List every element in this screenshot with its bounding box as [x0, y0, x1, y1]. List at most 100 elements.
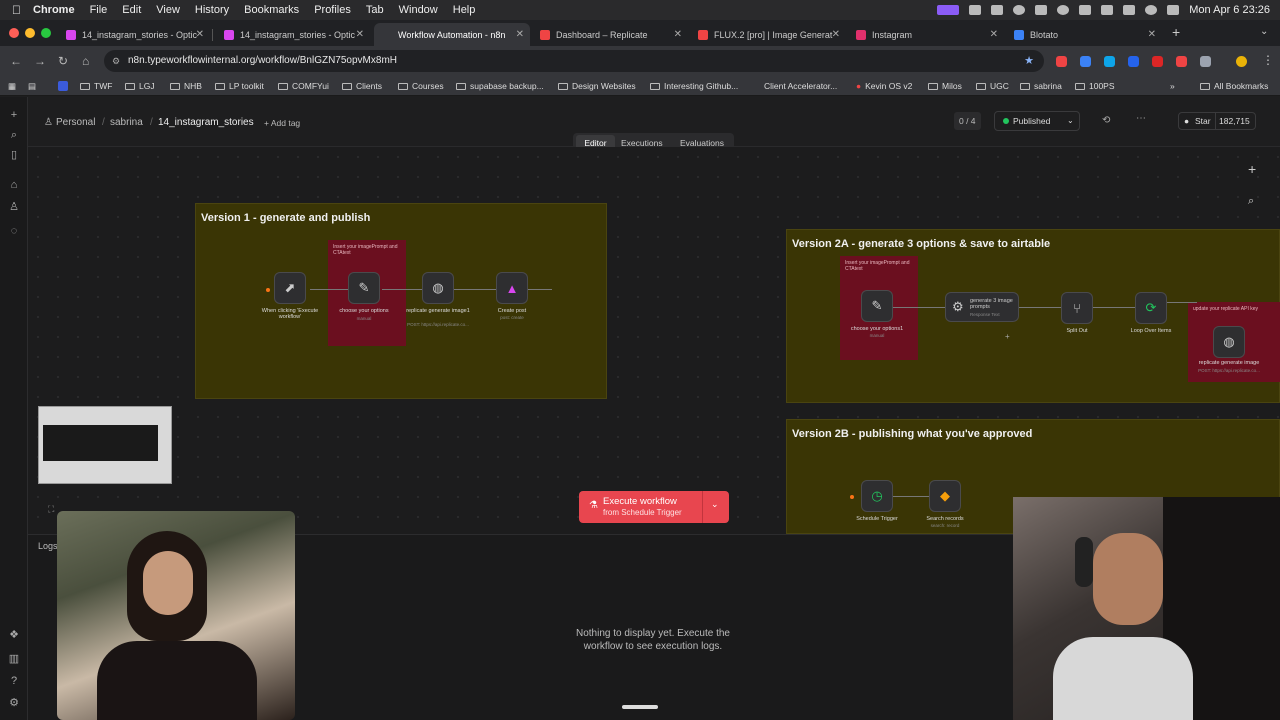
circle-icon[interactable]	[1013, 5, 1026, 15]
close-tab-icon[interactable]: ✕	[990, 29, 998, 40]
add-tag-button[interactable]: + Add tag	[264, 118, 300, 128]
templates-icon[interactable]: ❖	[8, 629, 20, 641]
tab-flux-pro[interactable]: FLUX.2 [pro] | Image Generat ✕	[690, 23, 846, 46]
apps-grid-icon[interactable]: ▦	[8, 81, 16, 92]
panel-icon[interactable]: ▯	[8, 149, 20, 161]
menu-app-name[interactable]: Chrome	[33, 4, 75, 16]
bookmark-sabrina[interactable]: sabrina	[1020, 81, 1062, 91]
forward-icon[interactable]: →	[34, 54, 46, 68]
bookmark-lgj[interactable]: LGJ	[125, 81, 155, 91]
menu-bookmarks[interactable]: Bookmarks	[244, 4, 299, 16]
extensions-puzzle-icon[interactable]	[1200, 56, 1211, 67]
tab-instagram[interactable]: Instagram ✕	[848, 23, 1004, 46]
apple-icon[interactable]: 	[12, 3, 21, 17]
workflow-canvas[interactable]: + ⌕ ▭ ◫ Version 1 - generate and publish…	[28, 147, 1280, 534]
bookmark-supabase[interactable]: supabase backup...	[456, 81, 544, 91]
fit-view-icon[interactable]: ⛶	[48, 504, 54, 515]
close-tab-icon[interactable]: ✕	[516, 29, 524, 40]
bookmark-ugc[interactable]: UGC	[976, 81, 1009, 91]
node-generate-prompts[interactable]: ⚙ generate 3 image prompts Response Text	[945, 292, 1019, 322]
grid-icon[interactable]	[1101, 5, 1114, 15]
menubar-clock[interactable]: Mon Apr 6 23:26	[1189, 4, 1270, 16]
insights-icon[interactable]: ▥	[8, 653, 20, 665]
breadcrumb-folder[interactable]: sabrina	[110, 117, 143, 128]
focus-icon[interactable]	[1057, 5, 1070, 15]
address-bar[interactable]: ⚙ n8n.typeworkflowinternal.org/workflow/…	[104, 50, 1044, 72]
extension-bug-icon[interactable]	[1152, 56, 1163, 67]
extension-pin-icon[interactable]	[1176, 56, 1187, 67]
menu-help[interactable]: Help	[453, 4, 476, 16]
maximize-window-icon[interactable]	[41, 28, 51, 38]
menu-edit[interactable]: Edit	[122, 4, 141, 16]
bookmark-design-websites[interactable]: Design Websites	[558, 81, 636, 91]
more-options-icon[interactable]: ⋯	[1136, 113, 1146, 124]
extension-ring-icon[interactable]	[1128, 56, 1139, 67]
bookmark-comfyui[interactable]: COMFYui	[278, 81, 329, 91]
node-manual-trigger[interactable]: ⬈	[274, 272, 306, 304]
close-window-icon[interactable]	[9, 28, 19, 38]
home-icon[interactable]: ⌂	[82, 54, 89, 68]
canvas-minimap[interactable]	[38, 406, 172, 484]
tab-instagram-stories-2[interactable]: 14_instagram_stories - Optic ✕	[216, 23, 370, 46]
node-loop-over-items[interactable]: ⟳	[1135, 292, 1167, 324]
new-tab-icon[interactable]: +	[1172, 24, 1180, 40]
menu-profiles[interactable]: Profiles	[314, 4, 351, 16]
close-tab-icon[interactable]: ✕	[832, 29, 840, 40]
workflow-name[interactable]: 14_instagram_stories	[158, 117, 254, 128]
chat-icon[interactable]: ◌	[8, 225, 20, 237]
home-icon[interactable]: ⌂	[8, 179, 20, 191]
published-dropdown[interactable]: Published ⌄	[994, 111, 1080, 131]
chrome-menu-icon[interactable]: ⋮	[1262, 53, 1274, 67]
dropbox-icon[interactable]	[1035, 5, 1048, 15]
sticky-version-1[interactable]: Version 1 - generate and publish Insert …	[195, 203, 607, 399]
tab-n8n-workflow[interactable]: Workflow Automation - n8n ✕	[374, 23, 530, 46]
bookmark-milos[interactable]: Milos	[928, 81, 962, 91]
node-create-post[interactable]: ▲	[496, 272, 528, 304]
wifi-icon[interactable]	[1123, 5, 1136, 15]
close-tab-icon[interactable]: ✕	[674, 29, 682, 40]
reload-icon[interactable]: ↻	[58, 54, 68, 68]
minimize-window-icon[interactable]	[25, 28, 35, 38]
menu-history[interactable]: History	[195, 4, 229, 16]
resize-handle[interactable]	[622, 705, 658, 709]
execute-workflow-button[interactable]: ⚗ Execute workflow from Schedule Trigger…	[579, 491, 729, 523]
user-icon[interactable]: ♙	[8, 201, 20, 213]
tab-blotato[interactable]: Blotato ✕	[1006, 23, 1162, 46]
bookmark-client-accelerator[interactable]: Client Accelerator...	[752, 81, 837, 91]
help-icon[interactable]: ?	[8, 675, 20, 687]
bookmark-favicon-icon[interactable]	[58, 81, 68, 91]
tab-instagram-stories-1[interactable]: 14_instagram_stories - Optic ✕	[58, 23, 210, 46]
bookmarks-overflow-icon[interactable]: »	[1170, 81, 1175, 91]
node-replicate-generate-2[interactable]: ◍	[1213, 326, 1245, 358]
tab-search-chevron-icon[interactable]: ⌄	[1260, 26, 1268, 37]
add-node-icon[interactable]: +	[1248, 161, 1256, 177]
chevron-down-icon[interactable]: ⌄	[711, 499, 719, 510]
history-icon[interactable]: ⟲	[1102, 115, 1110, 126]
extension-blue-icon[interactable]	[1080, 56, 1091, 67]
menu-file[interactable]: File	[90, 4, 108, 16]
github-star-button[interactable]: ● Star 182,715	[1178, 112, 1256, 130]
site-info-icon[interactable]: ⚙	[112, 50, 120, 72]
tab-replicate-dashboard[interactable]: Dashboard – Replicate ✕	[532, 23, 688, 46]
music-icon[interactable]	[1079, 5, 1092, 15]
back-icon[interactable]: ←	[10, 54, 22, 68]
recording-icon[interactable]	[937, 5, 960, 15]
bookmark-icon[interactable]: ▤	[28, 81, 36, 92]
node-schedule-trigger[interactable]: ◷	[861, 480, 893, 512]
all-bookmarks[interactable]: All Bookmarks	[1200, 81, 1268, 91]
bookmark-nhb[interactable]: NHB	[170, 81, 202, 91]
node-replicate-generate[interactable]: ◍	[422, 272, 454, 304]
bookmark-interesting-github[interactable]: Interesting Github...	[650, 81, 738, 91]
close-tab-icon[interactable]: ✕	[196, 29, 204, 40]
menu-view[interactable]: View	[156, 4, 180, 16]
bookmark-100ps[interactable]: 100PS	[1075, 81, 1115, 91]
display-icon[interactable]	[969, 5, 982, 15]
menu-tab[interactable]: Tab	[366, 4, 384, 16]
extension-play-icon[interactable]	[1104, 56, 1115, 67]
bookmark-twf[interactable]: TWF	[80, 81, 112, 91]
search-icon[interactable]	[1145, 5, 1158, 15]
extension-red-icon[interactable]	[1056, 56, 1067, 67]
menu-window[interactable]: Window	[399, 4, 438, 16]
close-tab-icon[interactable]: ✕	[356, 29, 364, 40]
search-nodes-icon[interactable]: ⌕	[1248, 195, 1254, 208]
